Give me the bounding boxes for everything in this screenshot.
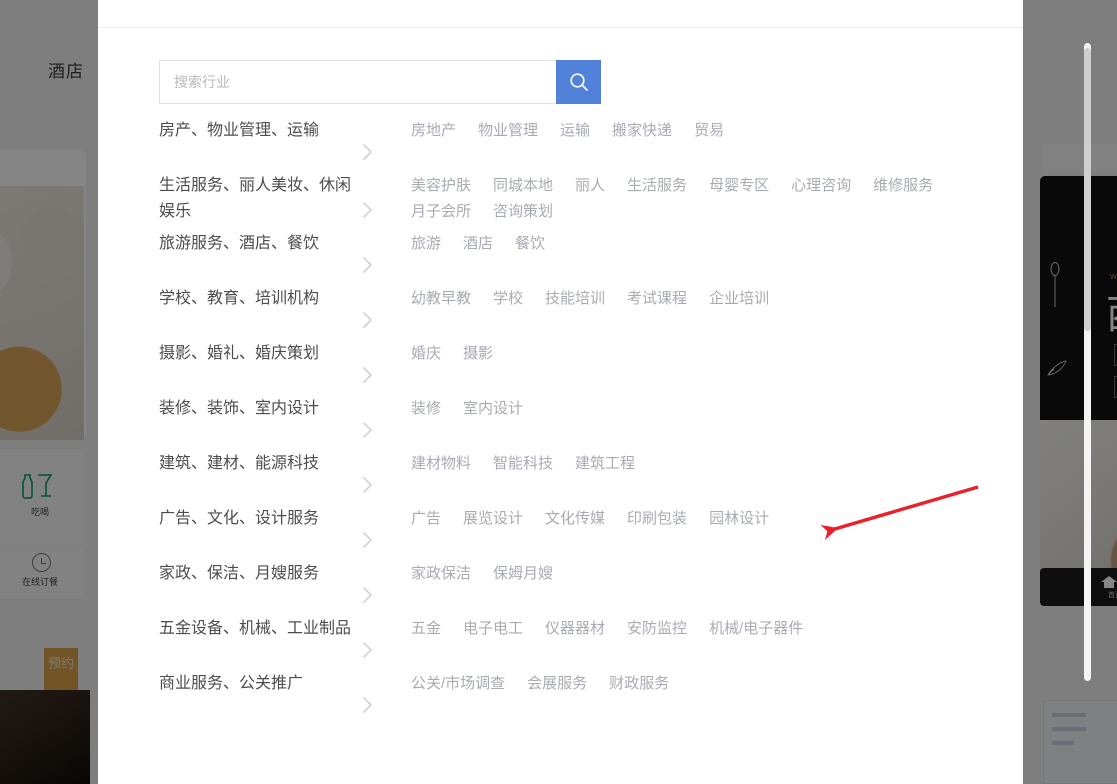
industry-sub-4-1[interactable]: 摄影 xyxy=(463,341,493,367)
industry-sub-3-4[interactable]: 企业培训 xyxy=(709,286,769,312)
industry-sub-6-1[interactable]: 智能科技 xyxy=(493,451,553,477)
industry-sub-1-4[interactable]: 母婴专区 xyxy=(709,173,769,199)
industry-search xyxy=(159,60,601,104)
industry-sub-8-0[interactable]: 家政保洁 xyxy=(411,561,471,587)
chevron-right-icon[interactable] xyxy=(352,445,411,500)
industry-row: 商业服务、公关推广 公关/市场调查会展服务财政服务 xyxy=(98,665,1023,720)
industry-row: 旅游服务、酒店、餐饮 旅游酒店餐饮 xyxy=(98,225,1023,280)
industry-subcategories: 装修室内设计 xyxy=(411,390,1011,422)
industry-sub-9-0[interactable]: 五金 xyxy=(411,616,441,642)
industry-sub-10-2[interactable]: 财政服务 xyxy=(609,671,669,697)
chevron-right-icon[interactable] xyxy=(352,335,411,390)
industry-category-6[interactable]: 建筑、建材、能源科技 xyxy=(159,445,352,477)
industry-subcategories: 家政保洁保姆月嫂 xyxy=(411,555,1011,587)
industry-category-9[interactable]: 五金设备、机械、工业制品 xyxy=(159,610,352,642)
industry-sub-6-2[interactable]: 建筑工程 xyxy=(575,451,635,477)
industry-sub-6-0[interactable]: 建材物料 xyxy=(411,451,471,477)
search-input[interactable] xyxy=(159,60,556,104)
industry-row: 广告、文化、设计服务 广告展览设计文化传媒印刷包装园林设计 xyxy=(98,500,1023,555)
industry-list-viewport[interactable]: 房产、物业管理、运输 房地产物业管理运输搬家快递贸易生活服务、丽人美妆、休闲娱乐 美… xyxy=(98,112,1023,784)
industry-subcategories: 五金电子电工仪器器材安防监控机械/电子器件 xyxy=(411,610,1011,642)
modal-header xyxy=(98,0,1023,28)
industry-sub-1-1[interactable]: 同城本地 xyxy=(493,173,553,199)
industry-sub-7-2[interactable]: 文化传媒 xyxy=(545,506,605,532)
industry-list: 房产、物业管理、运输 房地产物业管理运输搬家快递贸易生活服务、丽人美妆、休闲娱乐 美… xyxy=(98,112,1023,720)
industry-sub-1-6[interactable]: 维修服务 xyxy=(873,173,933,199)
chevron-right-icon[interactable] xyxy=(352,112,411,167)
industry-sub-9-4[interactable]: 机械/电子器件 xyxy=(709,616,803,642)
search-button[interactable] xyxy=(556,60,601,104)
list-scrollbar-track[interactable] xyxy=(1084,43,1091,681)
industry-subcategories: 房地产物业管理运输搬家快递贸易 xyxy=(411,112,1011,144)
chevron-right-icon[interactable] xyxy=(352,280,411,335)
industry-sub-2-0[interactable]: 旅游 xyxy=(411,231,441,257)
industry-row: 摄影、婚礼、婚庆策划 婚庆摄影 xyxy=(98,335,1023,390)
industry-sub-9-1[interactable]: 电子电工 xyxy=(463,616,523,642)
chevron-right-icon[interactable] xyxy=(352,225,411,280)
industry-row: 建筑、建材、能源科技 建材物料智能科技建筑工程 xyxy=(98,445,1023,500)
industry-sub-0-2[interactable]: 运输 xyxy=(560,118,590,144)
industry-subcategories: 婚庆摄影 xyxy=(411,335,1011,367)
chevron-right-icon[interactable] xyxy=(352,555,411,610)
industry-sub-0-1[interactable]: 物业管理 xyxy=(478,118,538,144)
industry-sub-1-7[interactable]: 月子会所 xyxy=(411,199,471,225)
industry-sub-7-3[interactable]: 印刷包装 xyxy=(627,506,687,532)
industry-sub-7-1[interactable]: 展览设计 xyxy=(463,506,523,532)
industry-category-7[interactable]: 广告、文化、设计服务 xyxy=(159,500,352,532)
industry-subcategories: 建材物料智能科技建筑工程 xyxy=(411,445,1011,477)
industry-sub-8-1[interactable]: 保姆月嫂 xyxy=(493,561,553,587)
industry-sub-1-3[interactable]: 生活服务 xyxy=(627,173,687,199)
industry-subcategories: 公关/市场调查会展服务财政服务 xyxy=(411,665,1011,697)
chevron-right-icon[interactable] xyxy=(352,665,411,720)
screen: 酒店 吃喝 在线订餐 预约 Welcome xyxy=(0,0,1117,784)
chevron-right-icon[interactable] xyxy=(352,500,411,555)
industry-row: 房产、物业管理、运输 房地产物业管理运输搬家快递贸易 xyxy=(98,112,1023,167)
chevron-right-icon[interactable] xyxy=(352,167,411,225)
industry-row: 五金设备、机械、工业制品 五金电子电工仪器器材安防监控机械/电子器件 xyxy=(98,610,1023,665)
industry-subcategories: 广告展览设计文化传媒印刷包装园林设计 xyxy=(411,500,1011,532)
industry-sub-1-8[interactable]: 咨询策划 xyxy=(493,199,553,225)
industry-subcategories: 美容护肤同城本地丽人生活服务母婴专区心理咨询维修服务月子会所咨询策划 xyxy=(411,167,1011,225)
industry-picker-modal: 房产、物业管理、运输 房地产物业管理运输搬家快递贸易生活服务、丽人美妆、休闲娱乐 美… xyxy=(98,0,1023,784)
industry-row: 家政、保洁、月嫂服务 家政保洁保姆月嫂 xyxy=(98,555,1023,610)
industry-row: 装修、装饰、室内设计 装修室内设计 xyxy=(98,390,1023,445)
industry-sub-9-2[interactable]: 仪器器材 xyxy=(545,616,605,642)
industry-sub-3-0[interactable]: 幼教早教 xyxy=(411,286,471,312)
industry-sub-10-0[interactable]: 公关/市场调查 xyxy=(411,671,505,697)
industry-sub-5-0[interactable]: 装修 xyxy=(411,396,441,422)
list-scrollbar-thumb[interactable] xyxy=(1084,48,1091,331)
industry-category-10[interactable]: 商业服务、公关推广 xyxy=(159,665,352,697)
industry-category-0[interactable]: 房产、物业管理、运输 xyxy=(159,112,352,144)
industry-category-5[interactable]: 装修、装饰、室内设计 xyxy=(159,390,352,422)
industry-sub-0-3[interactable]: 搬家快递 xyxy=(612,118,672,144)
industry-sub-0-0[interactable]: 房地产 xyxy=(411,118,456,144)
industry-category-4[interactable]: 摄影、婚礼、婚庆策划 xyxy=(159,335,352,367)
industry-sub-7-0[interactable]: 广告 xyxy=(411,506,441,532)
industry-sub-1-0[interactable]: 美容护肤 xyxy=(411,173,471,199)
industry-sub-7-4[interactable]: 园林设计 xyxy=(709,506,769,532)
industry-sub-1-2[interactable]: 丽人 xyxy=(575,173,605,199)
industry-category-1[interactable]: 生活服务、丽人美妆、休闲娱乐 xyxy=(159,167,352,225)
industry-row: 学校、教育、培训机构 幼教早教学校技能培训考试课程企业培训 xyxy=(98,280,1023,335)
industry-sub-10-1[interactable]: 会展服务 xyxy=(527,671,587,697)
industry-sub-4-0[interactable]: 婚庆 xyxy=(411,341,441,367)
industry-sub-3-2[interactable]: 技能培训 xyxy=(545,286,605,312)
chevron-right-icon[interactable] xyxy=(352,610,411,665)
industry-sub-5-1[interactable]: 室内设计 xyxy=(463,396,523,422)
industry-sub-0-4[interactable]: 贸易 xyxy=(694,118,724,144)
industry-category-2[interactable]: 旅游服务、酒店、餐饮 xyxy=(159,225,352,257)
industry-row: 生活服务、丽人美妆、休闲娱乐 美容护肤同城本地丽人生活服务母婴专区心理咨询维修服务… xyxy=(98,167,1023,225)
industry-sub-3-3[interactable]: 考试课程 xyxy=(627,286,687,312)
chevron-right-icon[interactable] xyxy=(352,390,411,445)
industry-subcategories: 幼教早教学校技能培训考试课程企业培训 xyxy=(411,280,1011,312)
industry-sub-1-5[interactable]: 心理咨询 xyxy=(791,173,851,199)
industry-category-3[interactable]: 学校、教育、培训机构 xyxy=(159,280,352,312)
industry-sub-3-1[interactable]: 学校 xyxy=(493,286,523,312)
industry-sub-9-3[interactable]: 安防监控 xyxy=(627,616,687,642)
industry-category-8[interactable]: 家政、保洁、月嫂服务 xyxy=(159,555,352,587)
industry-sub-2-2[interactable]: 餐饮 xyxy=(515,231,545,257)
industry-sub-2-1[interactable]: 酒店 xyxy=(463,231,493,257)
search-icon xyxy=(568,71,590,93)
industry-subcategories: 旅游酒店餐饮 xyxy=(411,225,1011,257)
